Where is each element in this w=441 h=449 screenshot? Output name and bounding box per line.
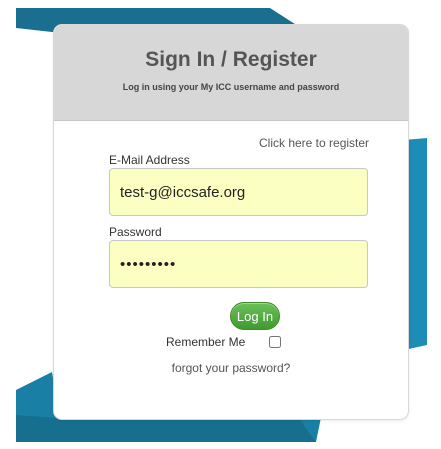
page-subtitle: Log in using your My ICC username and pa… — [122, 82, 340, 92]
password-field[interactable] — [109, 240, 368, 288]
page-title: Sign In / Register — [145, 48, 317, 71]
forgot-password-link[interactable]: forgot your password? — [54, 361, 408, 375]
remember-me-label: Remember Me — [166, 335, 246, 349]
login-button[interactable]: Log In — [230, 302, 280, 330]
register-link[interactable]: Click here to register — [259, 136, 369, 150]
email-label: E-Mail Address — [109, 153, 190, 167]
remember-me-checkbox[interactable] — [269, 336, 281, 348]
password-label: Password — [109, 225, 162, 239]
panel-header: Sign In / Register Log in using your My … — [54, 25, 408, 121]
email-field[interactable] — [109, 168, 368, 216]
login-panel: Sign In / Register Log in using your My … — [53, 24, 409, 420]
